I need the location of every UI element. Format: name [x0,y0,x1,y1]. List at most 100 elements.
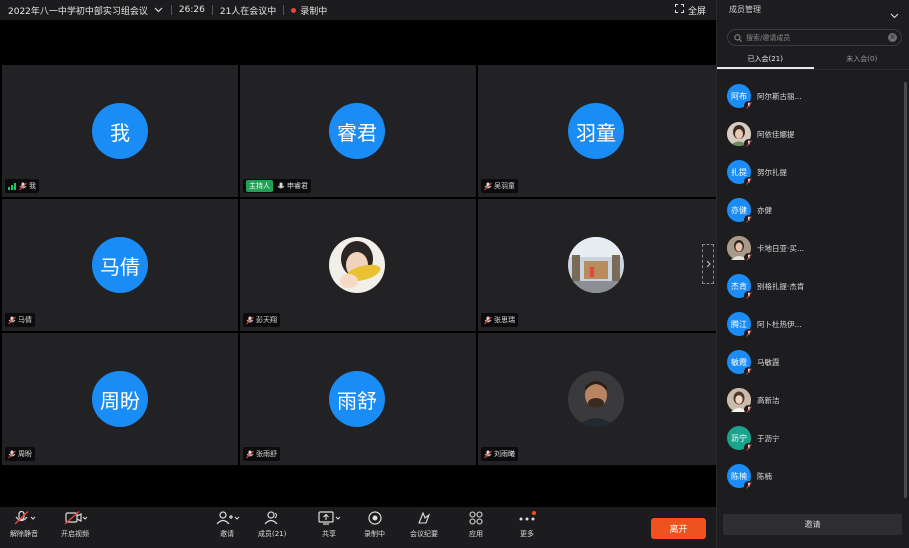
apps-button[interactable]: 应用 [468,511,484,539]
avatar: 羽童 [568,103,624,159]
mic-muted-icon [744,443,753,452]
video-tile[interactable]: 张思瑞 [478,199,716,331]
mic-muted-icon [484,316,492,324]
participant-name: 刘雨曦 [494,450,515,458]
participant-name: 周盼 [18,450,32,458]
members-scrollbar[interactable] [904,82,907,498]
share-label: 共享 [322,530,336,538]
mic-muted-icon [8,316,16,324]
start-video-button[interactable]: 开启视频 [61,511,89,539]
leave-meeting-button[interactable]: 离开 [651,518,706,539]
more-button[interactable]: 更多 [518,511,536,539]
tab-not-joined[interactable]: 未入会(0) [814,49,909,69]
recording-dot-icon [291,7,297,13]
share-button[interactable]: 共享 [316,511,342,539]
start-video-label: 开启视频 [61,530,89,538]
next-page-arrow[interactable] [702,244,714,284]
avatar-text: 敏霞 [731,357,747,367]
search-icon [734,33,742,42]
video-tile[interactable]: 我 我 [2,65,238,197]
participant-photo [568,371,624,427]
members-panel: 成员管理 搜索/邀请成员 × 已入会(21) 未入会(0) 阿布 阿尔斯古丽..… [716,0,909,548]
member-list-item[interactable]: 阿依佳娜提 [727,122,902,148]
chevron-down-icon[interactable] [890,4,899,23]
mic-icon [277,182,285,188]
unmute-button[interactable]: 解除静音 [10,511,38,539]
avatar: 杰肯 [727,274,753,300]
record-label: 录制中 [364,530,385,538]
member-list-item[interactable]: 阿布 阿尔斯古丽... [727,84,902,110]
meeting-minutes-label: 会议纪要 [410,530,438,538]
meeting-minutes-button[interactable]: 会议纪要 [410,511,438,539]
avatar: 亦健 [727,198,753,224]
participant-photo [329,237,385,293]
participant-name: 申睿君 [287,182,308,190]
meeting-duration: 26:26 [178,5,205,15]
invite-members-button[interactable]: 邀请 [723,514,902,535]
avatar: 敏霞 [727,350,753,376]
video-tile[interactable]: 羽童 吴羽童 [478,65,716,197]
meeting-title[interactable]: 2022年八一中学初中部实习组会议 [8,4,148,17]
member-list-item[interactable]: 沥宁 于沥宁 [727,426,902,452]
members-button[interactable]: 成员(21) [258,511,286,539]
member-list-item[interactable]: 杰肯 别格扎提·杰肯 [727,274,902,300]
member-list-item[interactable]: 亦健 亦健 [727,198,902,224]
avatar-text: 亦健 [731,205,747,215]
avatar [727,388,753,414]
member-list-item[interactable]: 敏霞 马敏霞 [727,350,902,376]
chevron-down-icon[interactable] [154,5,164,15]
invite-button[interactable]: 邀请 [214,511,240,539]
avatar: 阿布 [727,84,753,110]
member-name: 阿依佳娜提 [757,129,795,139]
fullscreen-icon[interactable] [674,4,684,16]
video-tile[interactable]: 刘雨曦 [478,333,716,465]
member-name: 努尔扎提 [757,167,787,177]
video-tile[interactable]: 马倩 马倩 [2,199,238,331]
video-tile[interactable]: 雨舒 张雨舒 [240,333,476,465]
avatar-text: 沥宁 [731,433,747,443]
apps-label: 应用 [469,530,483,538]
tab-joined[interactable]: 已入会(21) [717,49,814,69]
minutes-icon [418,511,431,524]
video-tile[interactable]: 彭天翔 [240,199,476,331]
signal-icon [8,182,16,190]
member-search-field[interactable]: 搜索/邀请成员 × [727,29,902,46]
record-button[interactable]: 录制中 [364,511,385,539]
clear-icon[interactable]: × [888,33,897,42]
participant-name: 彭天翔 [256,316,277,324]
member-name: 卡地日亚·买... [757,243,805,253]
avatar-text: 扎提 [731,167,747,177]
member-list-item[interactable]: 腾江 阿卜杜热伊... [727,312,902,338]
participant-name: 张雨舒 [256,450,277,458]
name-tag: 主持人 申睿君 [243,179,311,193]
divider [283,5,285,15]
member-name: 别格扎提·杰肯 [757,281,805,291]
name-tag: 马倩 [5,313,35,327]
video-grid: 我 我 睿君 主持人 申睿君 羽童 吴羽童 马倩 马倩 彭天翔 张思瑞 周盼 周… [0,64,716,465]
mic-muted-icon [744,101,753,110]
avatar-text: 杰肯 [731,281,747,291]
mic-muted-icon [19,182,27,190]
member-name: 亦健 [757,205,772,215]
avatar: 雨舒 [329,371,385,427]
mic-muted-icon [744,253,753,262]
video-tile[interactable]: 睿君 主持人 申睿君 [240,65,476,197]
mic-muted-icon [484,450,492,458]
members-icon [264,511,278,525]
member-name: 阿卜杜热伊... [757,319,802,329]
mic-muted-icon [744,481,753,490]
member-list-item[interactable]: 陈楠 陈楠 [727,464,902,490]
avatar: 周盼 [92,371,148,427]
member-list-item[interactable]: 扎提 努尔扎提 [727,160,902,186]
name-tag: 吴羽童 [481,179,518,193]
member-list-item[interactable]: 高新洁 [727,388,902,414]
participants-status: 21人在会议中 [219,6,277,17]
avatar: 我 [92,103,148,159]
meeting-toolbar: 解除静音 开启视频 邀请 成员(21) 共享 录制中 会议纪要 应用 更多 [0,507,716,548]
avatar: 腾江 [727,312,753,338]
fullscreen-label[interactable]: 全屏 [688,4,706,17]
invite-label: 邀请 [220,530,234,538]
video-tile[interactable]: 周盼 周盼 [2,333,238,465]
member-list-item[interactable]: 卡地日亚·买... [727,236,902,262]
avatar: 沥宁 [727,426,753,452]
